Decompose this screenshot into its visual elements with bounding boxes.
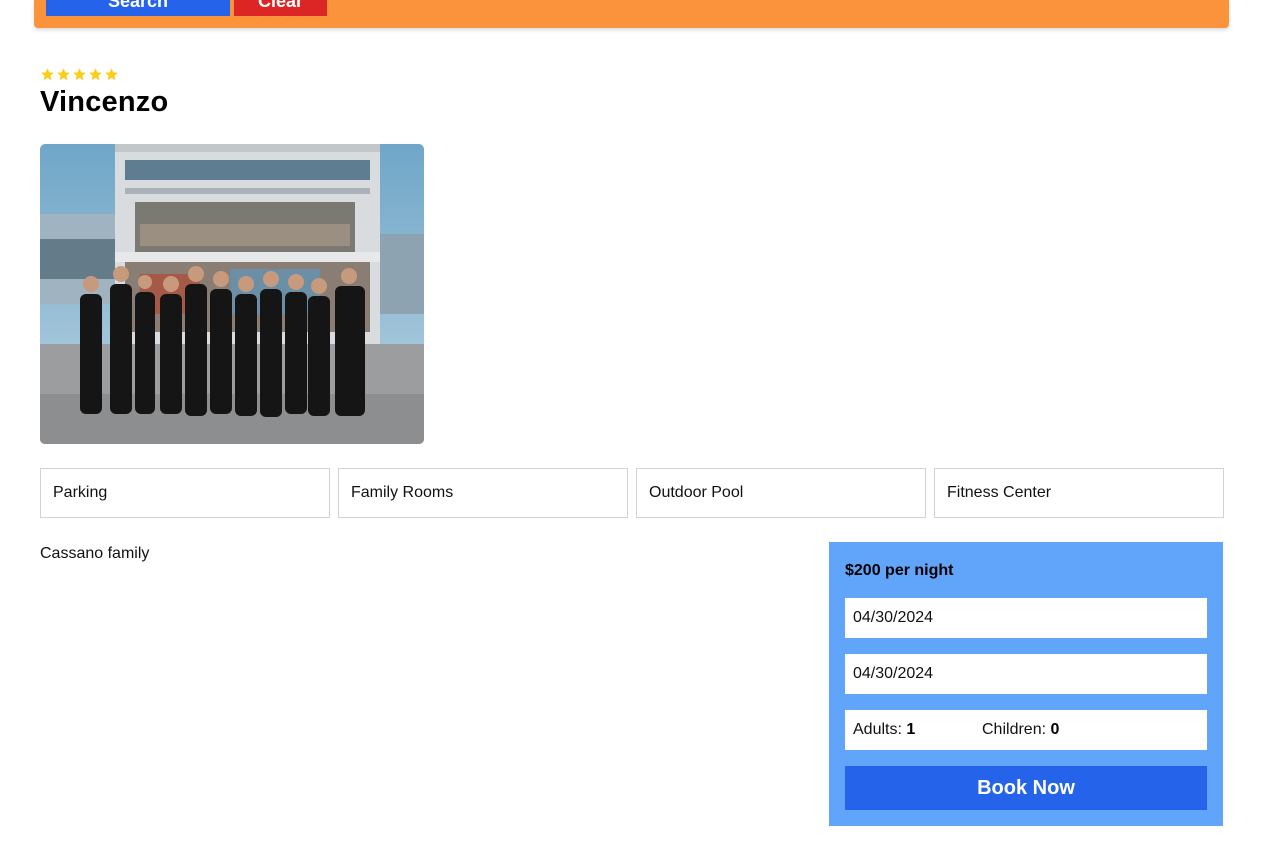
amenity-outdoor-pool: Outdoor Pool [636, 468, 926, 518]
star-icon [41, 68, 54, 81]
hotel-description: Cassano family [40, 545, 150, 562]
star-icon [73, 68, 86, 81]
star-icon [57, 68, 70, 81]
amenity-family-rooms: Family Rooms [338, 468, 628, 518]
guests-selector[interactable]: Adults: 1 Children: 0 [845, 710, 1207, 750]
adults-count: Adults: 1 [853, 710, 915, 750]
star-icon [89, 68, 102, 81]
amenity-parking: Parking [40, 468, 330, 518]
star-icon [105, 68, 118, 81]
children-label: Children: [982, 721, 1047, 738]
amenities-list: Parking Family Rooms Outdoor Pool Fitnes… [40, 468, 1224, 518]
children-count: Children: 0 [982, 710, 1059, 750]
hotel-photo [40, 144, 424, 444]
adults-value: 1 [906, 721, 916, 738]
price-per-night: $200 per night [845, 562, 954, 579]
search-bar: Search Clear [34, 0, 1229, 28]
clear-button[interactable]: Clear [234, 0, 327, 16]
amenity-fitness-center: Fitness Center [934, 468, 1224, 518]
adults-label: Adults: [853, 721, 902, 738]
children-value: 0 [1050, 721, 1060, 738]
search-button[interactable]: Search [46, 0, 230, 16]
star-rating [40, 67, 119, 82]
check-in-date-input[interactable] [845, 598, 1207, 638]
booking-panel: $200 per night Adults: 1 Children: 0 Boo… [829, 542, 1223, 826]
hotel-name: Vincenzo [40, 86, 169, 118]
check-out-date-input[interactable] [845, 654, 1207, 694]
book-now-button[interactable]: Book Now [845, 766, 1207, 810]
